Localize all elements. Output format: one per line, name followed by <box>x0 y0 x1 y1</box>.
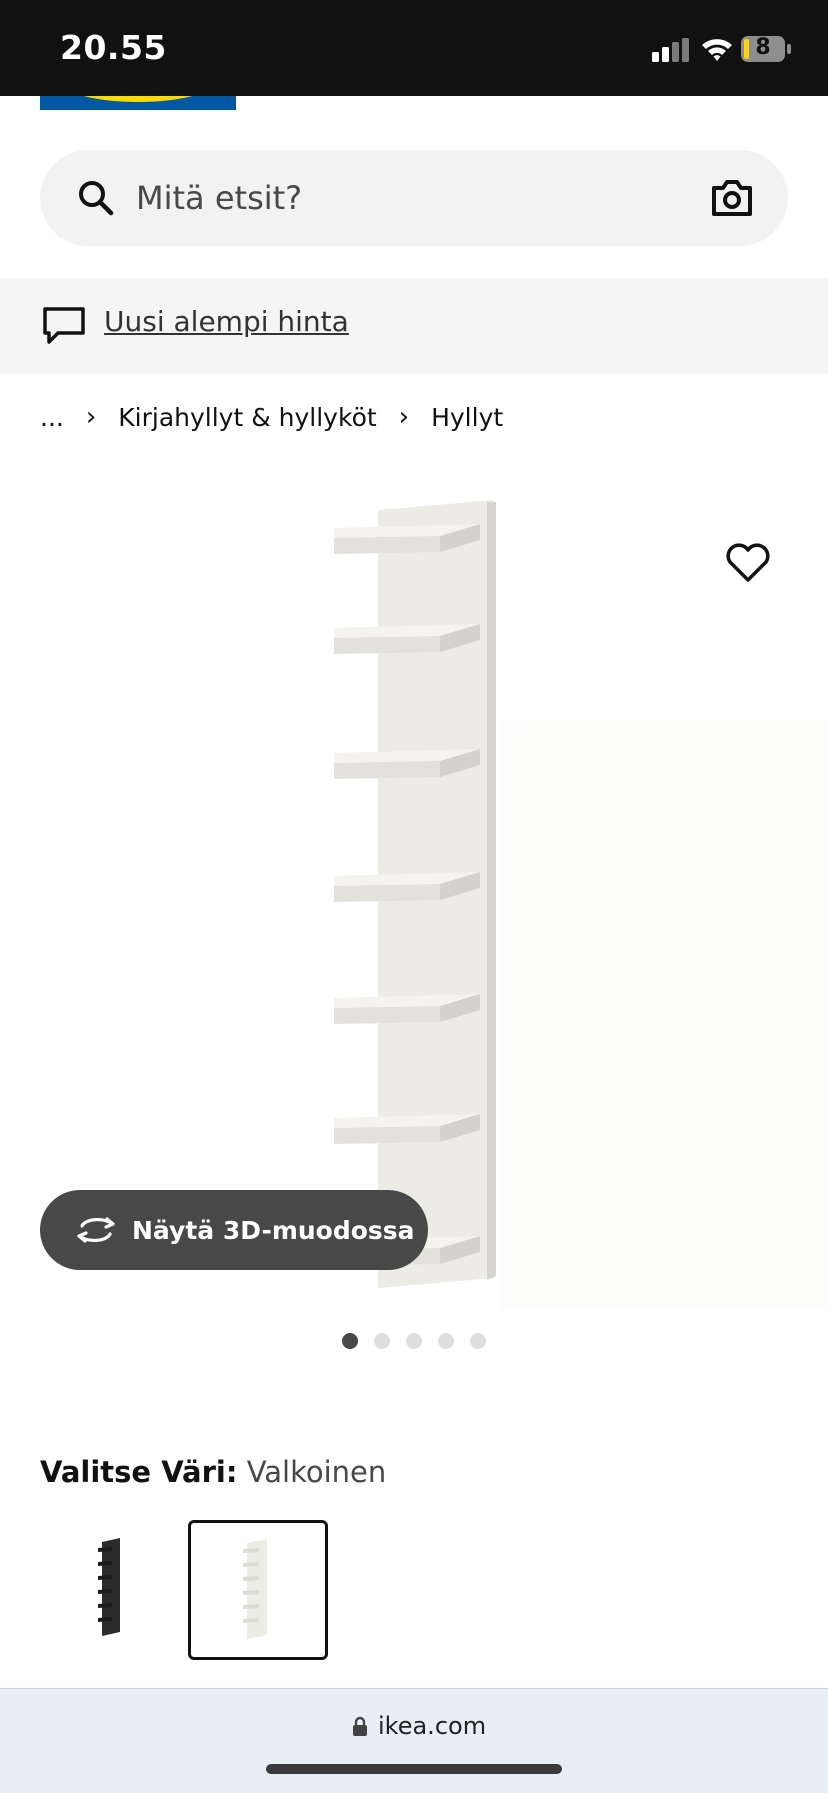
url-text[interactable]: ikea.com <box>378 1712 486 1740</box>
chevron-right-icon: › <box>85 402 97 432</box>
status-time: 20.55 <box>60 28 167 67</box>
search-icon[interactable] <box>76 178 116 218</box>
home-indicator[interactable] <box>266 1764 562 1774</box>
shelf-board <box>334 1126 440 1144</box>
color-option-white[interactable] <box>188 1520 328 1660</box>
carousel-dot[interactable] <box>470 1333 486 1349</box>
view-3d-button[interactable]: Näytä 3D-muodossa <box>40 1190 428 1270</box>
breadcrumb: ... › Kirjahyllyt & hyllyköt › Hyllyt <box>40 400 503 434</box>
browser-address-bar[interactable] <box>0 1688 828 1793</box>
battery-level: 8 <box>755 35 771 60</box>
view-3d-label: Näytä 3D-muodossa <box>132 1215 415 1245</box>
breadcrumb-item-kirjahyllyt[interactable]: Kirjahyllyt & hyllyköt <box>118 403 376 432</box>
chat-bubble-icon <box>43 307 85 344</box>
battery-icon: 8 <box>740 34 792 64</box>
shelf-board <box>334 636 440 654</box>
color-label-value: Valkoinen <box>246 1455 387 1489</box>
image-pagination <box>342 1333 486 1349</box>
shelf-board <box>334 884 440 902</box>
lock-icon <box>353 1716 367 1736</box>
rotate-3d-icon <box>77 1217 115 1243</box>
shelf-board <box>334 761 440 779</box>
search-input[interactable] <box>136 160 576 236</box>
color-selector-label: Valitse Väri: Valkoinen <box>40 1455 386 1489</box>
ikea-logo[interactable] <box>40 96 236 110</box>
color-option-black[interactable] <box>40 1520 178 1658</box>
color-label-key: Valitse Väri: <box>40 1455 238 1489</box>
carousel-dot[interactable] <box>406 1333 422 1349</box>
heart-icon[interactable] <box>724 540 772 584</box>
cellular-signal-icon <box>652 38 689 62</box>
camera-icon[interactable] <box>710 178 754 218</box>
breadcrumb-ellipsis[interactable]: ... <box>40 403 64 432</box>
wifi-icon <box>702 39 732 61</box>
promo-link[interactable]: Uusi alempi hinta <box>104 305 349 338</box>
carousel-dot[interactable] <box>374 1333 390 1349</box>
chevron-right-icon: › <box>398 402 410 432</box>
product-image[interactable] <box>330 498 500 1298</box>
image-background <box>500 720 828 1310</box>
breadcrumb-item-hyllyt[interactable]: Hyllyt <box>431 403 503 432</box>
carousel-dot[interactable] <box>342 1333 358 1349</box>
shelf-board <box>334 1006 440 1024</box>
carousel-dot[interactable] <box>438 1333 454 1349</box>
shelf-board <box>334 536 440 554</box>
